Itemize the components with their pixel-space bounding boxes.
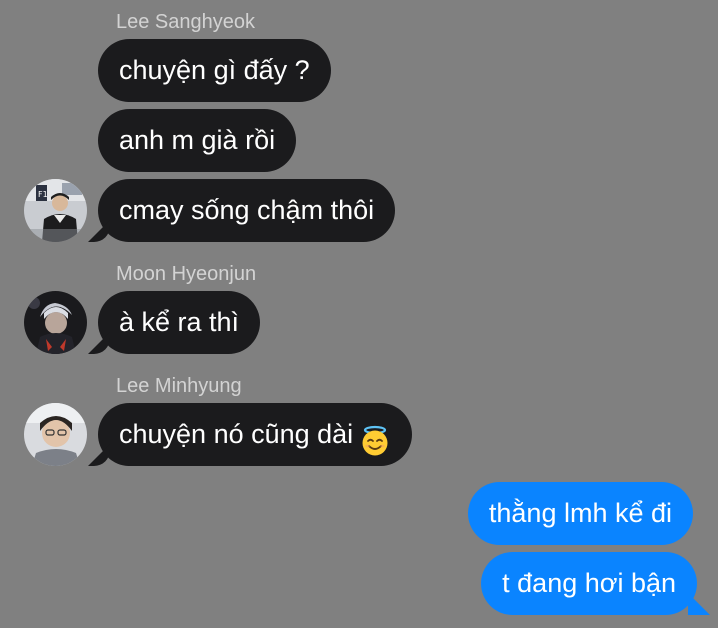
avatar[interactable]: F1 — [24, 179, 87, 242]
outgoing-message[interactable]: thằng lmh kể đi — [467, 482, 693, 545]
message-text: chuyện nó cũng dài — [119, 419, 354, 449]
avatar-photo-icon — [24, 403, 87, 466]
sender-name: Lee Sanghyeok — [116, 11, 256, 33]
bubble-tail — [688, 593, 710, 615]
incoming-message[interactable]: anh m già rồi — [98, 109, 297, 172]
smiling-face-with-halo-icon — [359, 417, 391, 456]
svg-text:F1: F1 — [38, 190, 48, 199]
incoming-message[interactable]: chuyện nó cũng dài — [98, 403, 413, 466]
sender-name: Moon Hyeonjun — [116, 263, 257, 285]
avatar-photo-icon: F1 — [24, 179, 87, 242]
sender-name: Lee Minhyung — [116, 375, 242, 397]
bubble-tail — [88, 220, 110, 242]
outgoing-message[interactable]: t đang hơi bận — [481, 552, 697, 615]
incoming-message[interactable]: à kể ra thì — [98, 291, 261, 354]
avatar[interactable] — [24, 403, 87, 466]
incoming-message[interactable]: chuyện gì đấy ? — [98, 39, 331, 102]
incoming-message[interactable]: cmay sống chậm thôi — [98, 179, 396, 242]
avatar-photo-icon — [24, 291, 87, 354]
avatar[interactable] — [24, 291, 87, 354]
